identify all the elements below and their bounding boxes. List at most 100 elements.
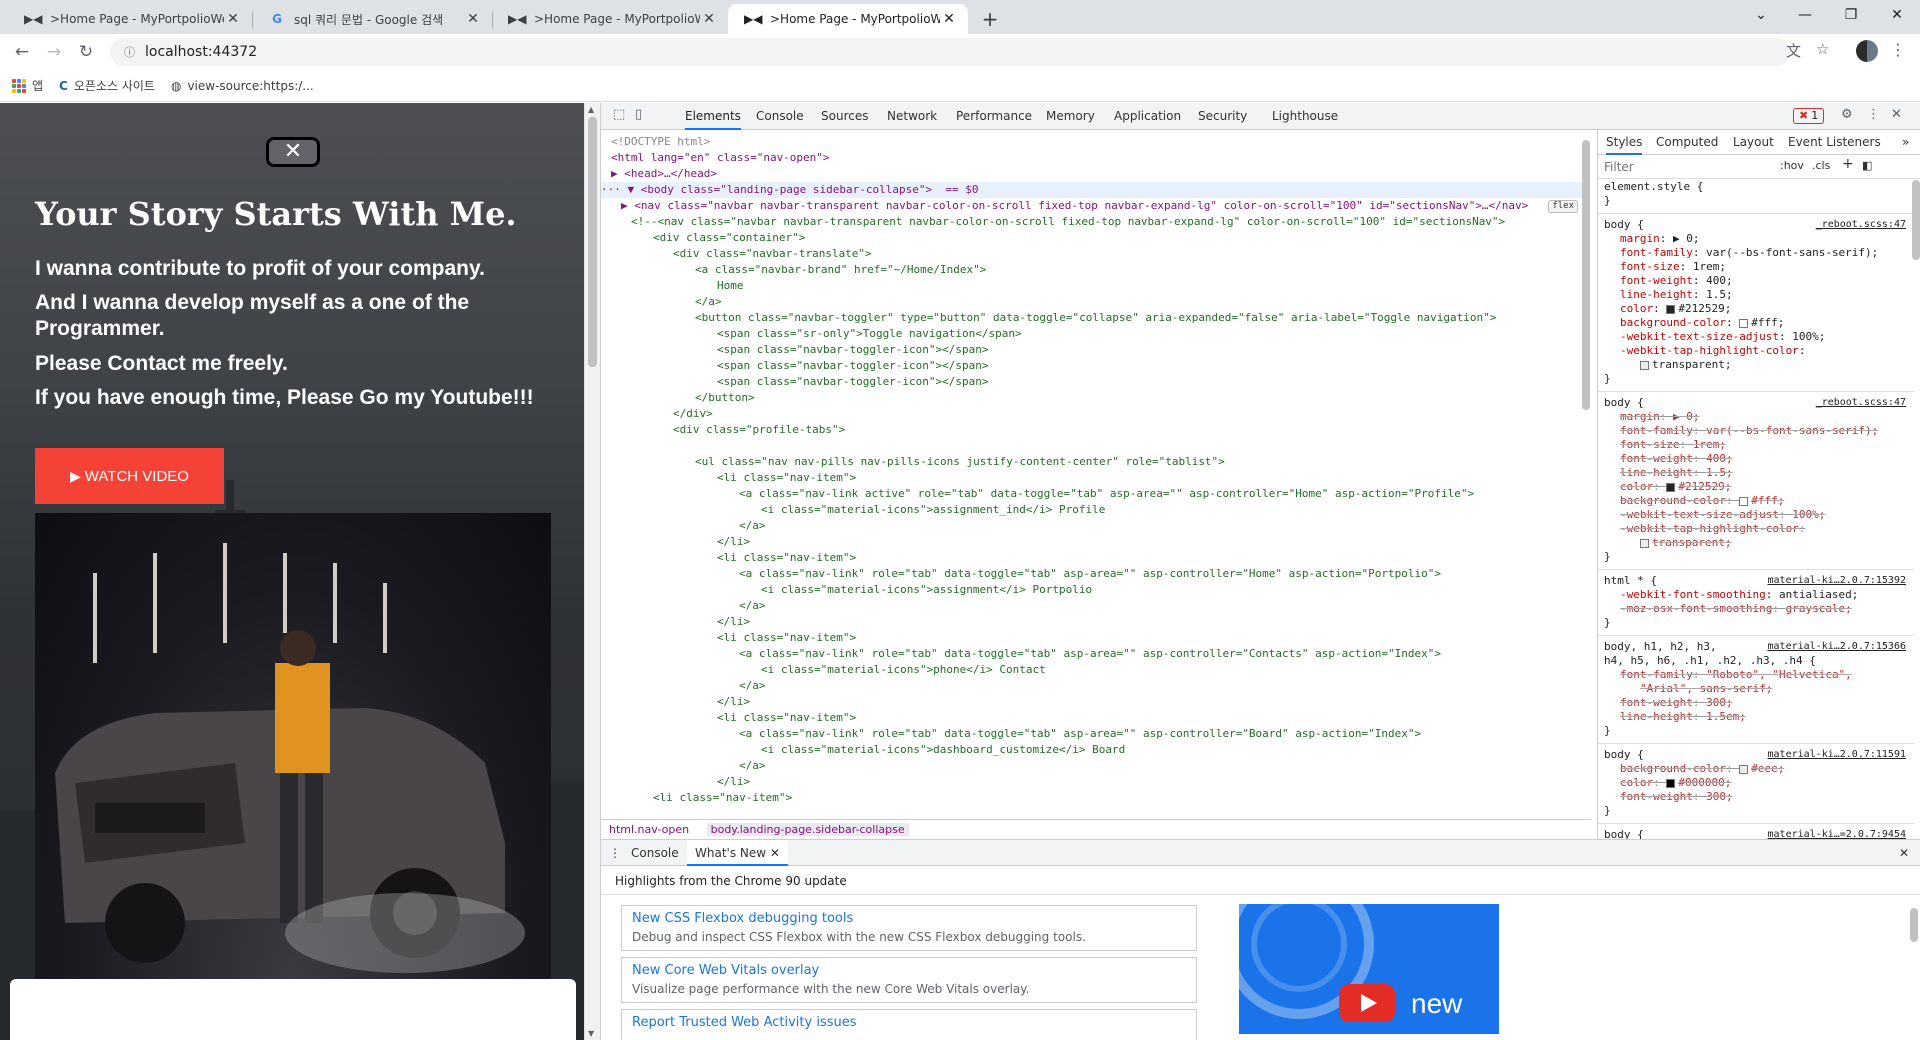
dom-node-line[interactable]: <a class="nav-link active" role="tab" da… [601,486,1586,502]
close-icon[interactable]: ✕ [940,11,958,27]
css-property[interactable]: margin: ▶ 0; [1604,410,1914,424]
profile-avatar[interactable] [1856,40,1878,62]
computed-sidebar-icon[interactable]: ◧ [1862,159,1872,172]
dom-node-line[interactable]: <span class="navbar-toggler-icon"></span… [601,374,1586,390]
elements-scroll-thumb[interactable] [1582,140,1590,410]
css-property[interactable]: font-weight: 400; [1604,274,1914,288]
css-property[interactable]: line-height: 1.5; [1604,466,1914,480]
dom-node-line[interactable]: <div class="container"> [601,230,1586,246]
rule-source-link[interactable]: material-ki…2.0.7:15366 [1768,640,1906,654]
dom-node-line[interactable]: <span class="navbar-toggler-icon"></span… [601,342,1586,358]
dom-node-line[interactable]: </a> [601,598,1586,614]
drawer-scrollbar[interactable] [1909,894,1919,1040]
bookmark-opensource[interactable]: C 오픈소스 사이트 [59,77,155,94]
color-swatch[interactable] [1666,304,1676,314]
bookmark-apps[interactable]: 앱 [12,77,43,94]
css-property[interactable]: -webkit-tap-highlight-color: [1604,522,1914,536]
dom-node-line[interactable]: <li class="nav-item"> [601,550,1586,566]
nav-close-button[interactable]: ✕ [266,137,320,167]
feature-card-twa[interactable]: Report Trusted Web Activity issues [621,1009,1197,1040]
style-rule[interactable]: body {material-ki…2.0.7:11591 background-… [1598,748,1914,824]
color-swatch[interactable] [1640,360,1649,370]
dom-node-line[interactable]: <i class="material-icons">dashboard_cust… [601,742,1586,758]
breadcrumb-body[interactable]: body.landing-page.sidebar-collapse [706,823,909,836]
close-icon[interactable]: ✕ [770,846,780,860]
close-icon[interactable]: ✕ [700,11,718,27]
drawer-menu-icon[interactable]: ⋮ [609,840,621,866]
reload-icon[interactable]: ↻ [74,40,98,64]
dom-node-line[interactable]: <!--<nav class="navbar navbar-transparen… [601,214,1586,230]
bookmark-star-icon[interactable]: ☆ [1816,40,1829,58]
dom-node-line[interactable]: </a> [601,678,1586,694]
css-property[interactable]: -webkit-font-smoothing: antialiased; [1604,588,1914,602]
styles-scrollbar[interactable] [1911,175,1920,815]
style-rule[interactable]: body {_reboot.scss:47 margin: ▶ 0; font-fa… [1598,396,1914,570]
dom-node-line[interactable]: <div class="profile-tabs"> [601,422,1586,438]
device-toolbar-icon[interactable]: ▯ [635,107,642,122]
tab-elements[interactable]: Elements [685,103,741,130]
css-property[interactable]: line-height: 1.5em; [1604,710,1914,724]
close-icon[interactable]: ✕ [464,11,482,27]
feature-card-web-vitals[interactable]: New Core Web Vitals overlay Visualize pa… [621,957,1197,1003]
style-rule[interactable]: html * {material-ki…2.0.7:15392 -webkit-f… [1598,574,1914,636]
css-property[interactable]: transparent; [1604,536,1914,550]
dom-node-line[interactable]: <i class="material-icons">assignment_ind… [601,502,1586,518]
drawer-tab-console[interactable]: Console [631,840,679,866]
rule-source-link[interactable]: _reboot.scss:47 [1816,396,1906,410]
inspect-element-icon[interactable]: ⬚ [613,107,625,122]
css-property[interactable]: font-family: "Roboto", "Helvetica", [1604,668,1914,682]
minimize-icon[interactable]: — [1782,0,1828,30]
drawer-tab-whats-new[interactable]: What's New ✕ [687,840,788,866]
youtube-play-icon[interactable] [1339,984,1395,1022]
dom-node-line[interactable]: <a class="nav-link" role="tab" data-togg… [601,726,1586,742]
color-swatch[interactable] [1666,482,1676,492]
style-rule[interactable]: body {material-ki…=2.0.7:9454 [1598,828,1914,839]
dom-node-line[interactable]: <div class="navbar-translate"> [601,246,1586,262]
tab-network[interactable]: Network [887,103,937,130]
elements-dom-tree[interactable]: <!DOCTYPE html> <html lang="en" class="na… [601,130,1591,810]
info-icon[interactable]: ⓘ [124,44,135,60]
tab-security[interactable]: Security [1198,103,1247,130]
add-rule-icon[interactable]: + [1842,156,1854,172]
feature-title[interactable]: Report Trusted Web Activity issues [632,1013,1186,1032]
dom-node-line[interactable]: <i class="material-icons">phone</i> Cont… [601,662,1586,678]
css-property[interactable]: background-color: #fff; [1604,316,1914,330]
dom-node-line[interactable]: <a class="navbar-brand" href="~/Home/Ind… [601,262,1586,278]
browser-tab-1[interactable]: ▶◀ >Home Page - MyPortpolioWel ✕ [8,4,252,34]
rule-source-link[interactable]: material-ki…2.0.7:11591 [1768,748,1906,762]
chrome-90-promo-video[interactable]: new [1239,904,1499,1034]
tab-application[interactable]: Application [1114,103,1181,130]
css-property[interactable]: font-family: var(--bs-font-sans-serif); [1604,246,1914,260]
tab-computed[interactable]: Computed [1656,130,1718,155]
tab-memory[interactable]: Memory [1046,103,1095,130]
css-property[interactable]: color: #212529; [1604,302,1914,316]
tab-performance[interactable]: Performance [956,103,1032,130]
dom-node-line[interactable]: </li> [601,774,1586,790]
tab-sources[interactable]: Sources [821,103,868,130]
style-rule[interactable]: body, h1, h2, h3, material-ki…2.0.7:15366… [1598,640,1914,744]
back-arrow-icon[interactable]: ← [10,40,34,64]
devtools-menu-icon[interactable]: ⋮ [1867,107,1880,122]
feature-title[interactable]: New Core Web Vitals overlay [632,961,1186,980]
tab-event-listeners[interactable]: Event Listeners [1788,130,1881,155]
css-property[interactable]: -webkit-text-size-adjust: 100%; [1604,508,1914,522]
forward-arrow-icon[interactable]: → [42,40,66,64]
dom-node-line[interactable]: </li> [601,694,1586,710]
settings-gear-icon[interactable]: ⚙ [1841,107,1853,122]
close-icon[interactable]: ✕ [224,11,242,27]
css-property[interactable]: -webkit-text-size-adjust: 100%; [1604,330,1914,344]
dom-node-line[interactable]: Home [601,278,1586,294]
scroll-down-icon[interactable]: ▼ [588,1029,594,1038]
breadcrumb-html[interactable]: html.nav-open [609,823,689,836]
css-property[interactable]: margin: ▶ 0; [1604,232,1914,246]
dom-node-line[interactable]: <span class="navbar-toggler-icon"></span… [601,358,1586,374]
css-property[interactable]: font-weight: 300; [1604,790,1914,804]
dom-node-line[interactable]: </button> [601,390,1586,406]
color-swatch[interactable] [1739,318,1749,328]
feature-card-flexbox[interactable]: New CSS Flexbox debugging tools Debug an… [621,905,1197,951]
css-property[interactable]: font-weight: 300; [1604,696,1914,710]
dom-node-line[interactable]: <li class="nav-item"> [601,470,1586,486]
dom-node-line[interactable]: ··· ▼ <body class="landing-page sidebar-… [601,182,1586,198]
tab-layout[interactable]: Layout [1733,130,1774,155]
page-scroll-thumb[interactable] [588,117,597,367]
